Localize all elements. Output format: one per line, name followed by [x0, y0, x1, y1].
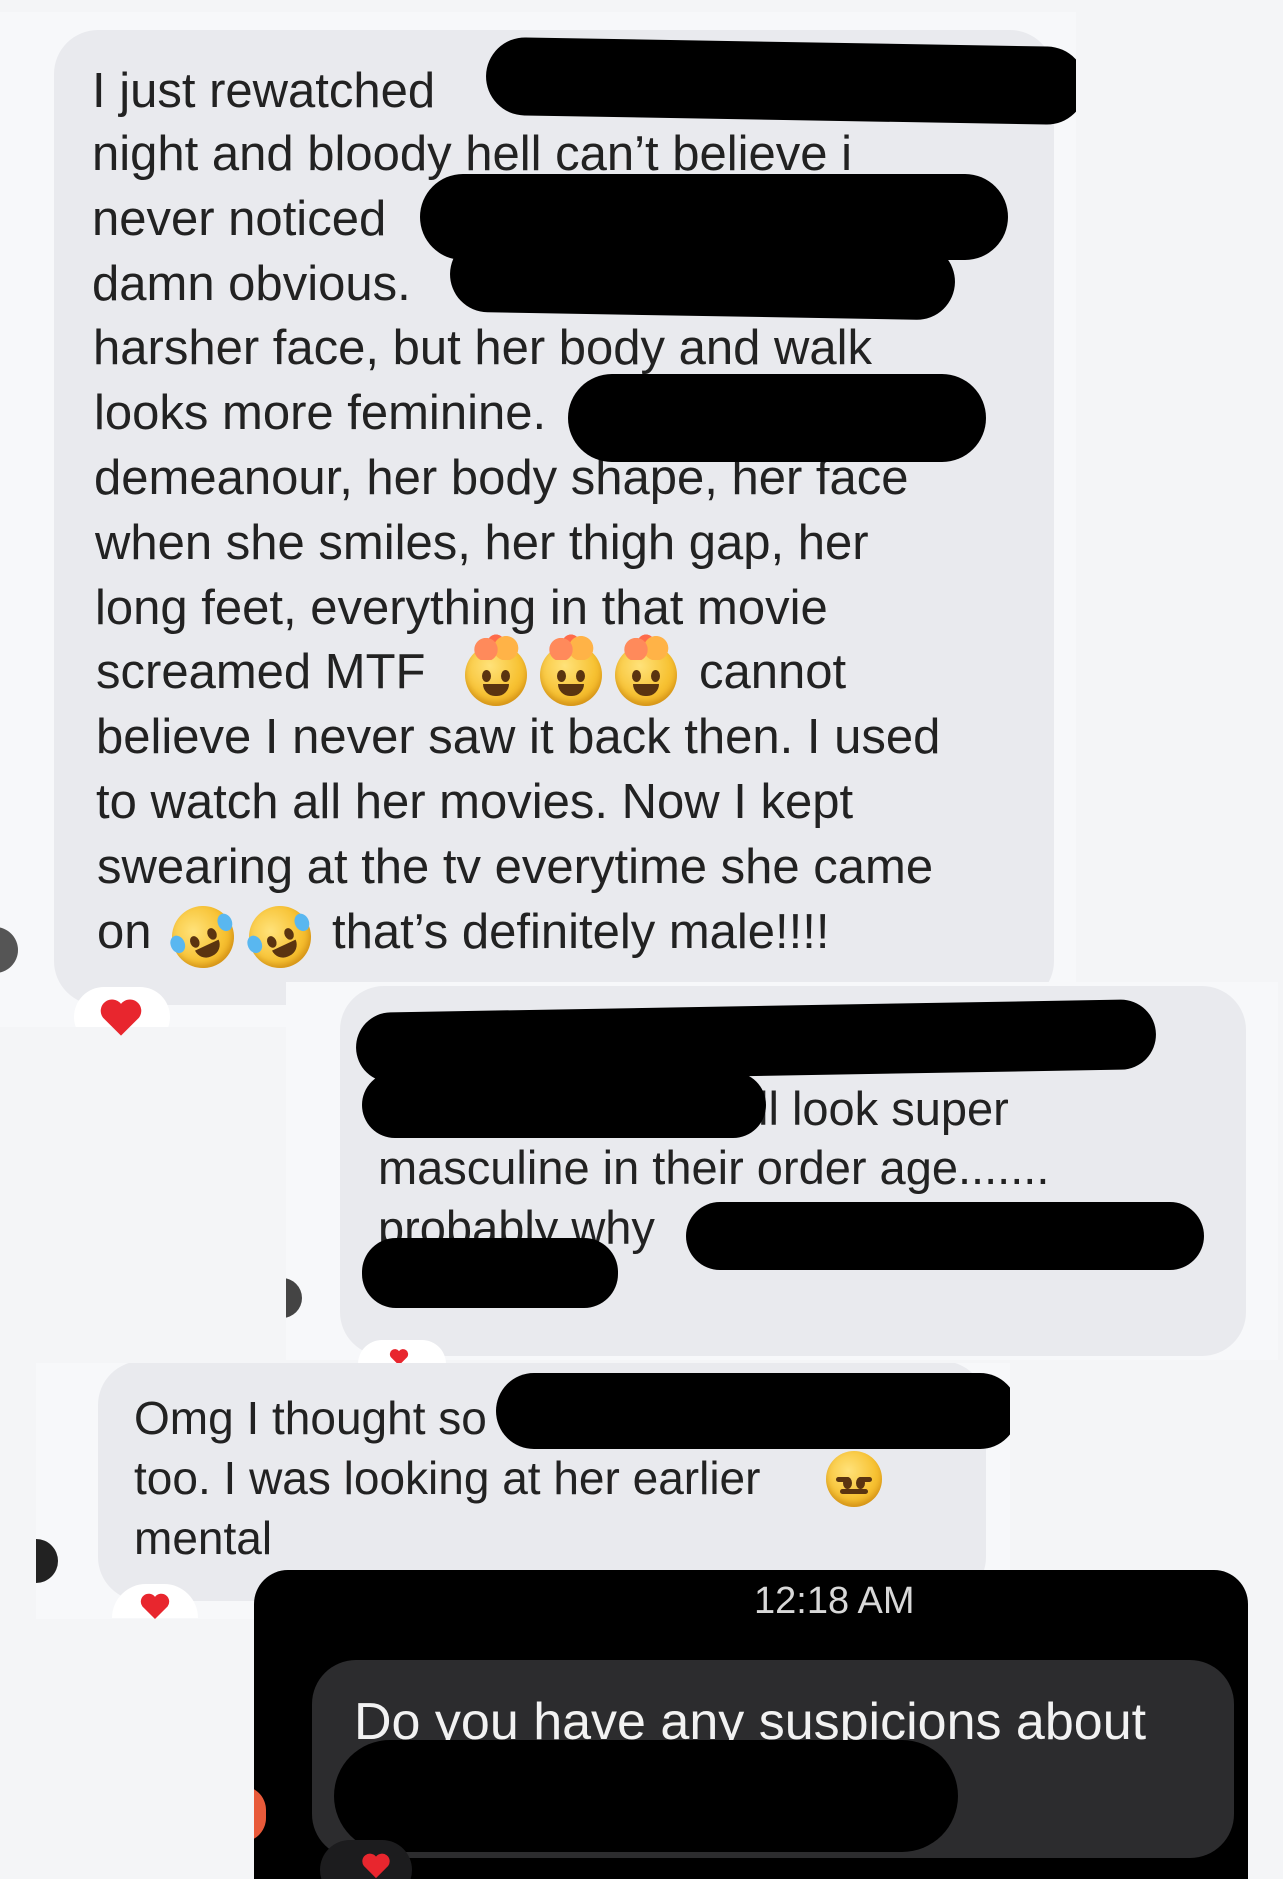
message-line: masculine in their order age....... [378, 1141, 1050, 1194]
redaction-mark [355, 999, 1157, 1083]
message-line: I just rewatched [92, 64, 436, 118]
message-line: long feet, everything in that movie [95, 581, 828, 635]
redaction-mark [362, 1238, 618, 1308]
message-line: on [97, 905, 152, 959]
sender-avatar [286, 1278, 302, 1318]
redaction-mark [362, 1072, 766, 1138]
message-timestamp: 12:18 AM [754, 1580, 915, 1622]
heart-reaction-icon [140, 1593, 170, 1620]
message-line: never noticed [92, 192, 387, 246]
message-line: swearing at the tv everytime she came [97, 840, 934, 894]
sender-avatar [254, 1786, 266, 1842]
exploding-head-emoji [540, 634, 602, 706]
sender-avatar [0, 927, 18, 973]
heart-reaction-icon [100, 999, 142, 1036]
message-line: damn obvious. [92, 257, 411, 311]
expressionless-face-emoji [826, 1451, 882, 1507]
message-line: when she smiles, her thigh gap, her [95, 516, 869, 570]
screenshot-panel-4: 12:18 AM Do you have any suspicions abou… [254, 1570, 1248, 1879]
sender-avatar [36, 1539, 58, 1583]
heart-reaction-icon [362, 1853, 390, 1879]
message-line: believe I never saw it back then. I used [96, 710, 941, 764]
message-line: that’s definitely male!!!! [332, 905, 830, 959]
message-line: to watch all her movies. Now I kept [96, 775, 854, 829]
message-line: looks more feminine. [94, 386, 547, 440]
screenshot-panel-1: I just rewatched night and bloody hell c… [0, 12, 1076, 1027]
redaction-mark [686, 1202, 1204, 1270]
screenshot-panel-2: ll look super masculine in their order a… [286, 982, 1278, 1360]
message-line: night and bloody hell can’t believe i [92, 127, 853, 181]
exploding-head-emoji [615, 634, 677, 706]
message-line: harsher face, but her body and walk [93, 321, 873, 375]
redaction-mark [449, 235, 956, 321]
exploding-head-emoji [465, 634, 527, 706]
redaction-mark [496, 1373, 1010, 1449]
redaction-mark [334, 1740, 958, 1852]
message-line: Omg I thought so [134, 1392, 487, 1444]
message-line: mental [134, 1512, 273, 1564]
message-line: cannot [699, 645, 847, 699]
redaction-mark [568, 374, 986, 462]
message-line: ll look super [758, 1082, 1009, 1135]
redaction-mark [485, 36, 1076, 126]
message-line: too. I was looking at her earlier [134, 1452, 761, 1504]
message-line: screamed MTF [96, 645, 426, 699]
